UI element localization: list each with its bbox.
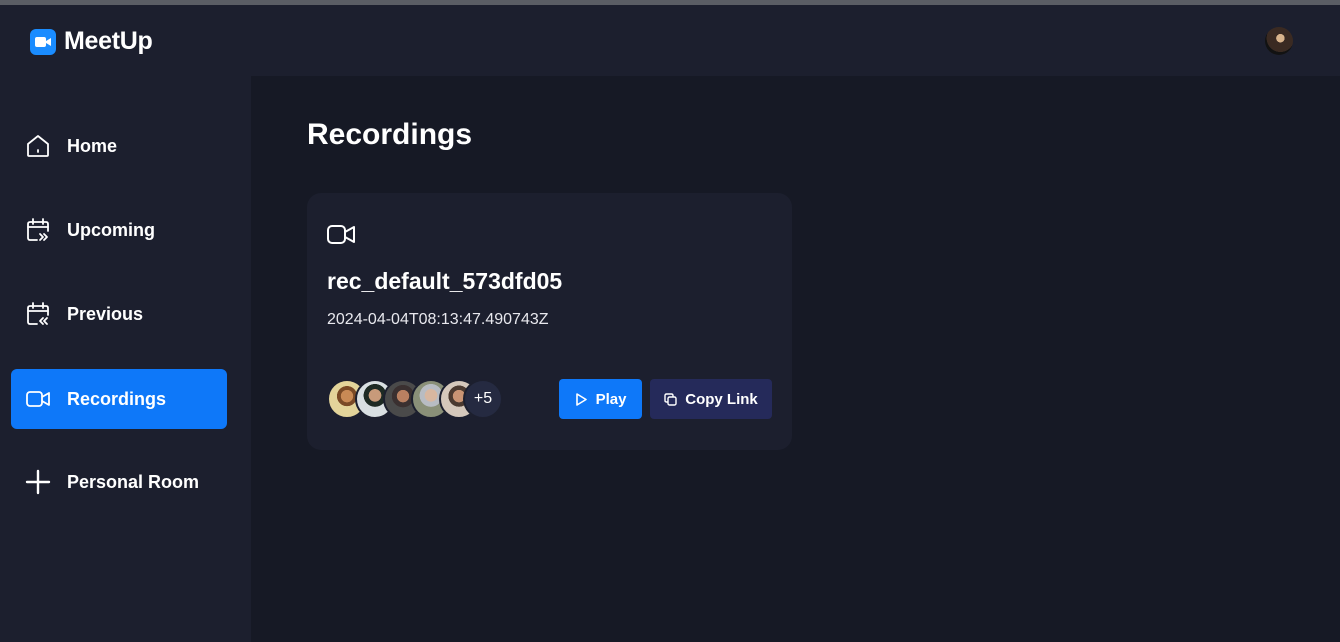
copy-link-button[interactable]: Copy Link <box>650 379 772 419</box>
plus-icon <box>25 469 51 495</box>
top-navbar: MeetUp <box>0 5 1340 76</box>
sidebar-item-label: Upcoming <box>67 219 155 240</box>
more-attendees-count: +5 <box>463 379 503 419</box>
sidebar-item-label: Home <box>67 135 118 156</box>
logo[interactable]: MeetUp <box>30 27 153 56</box>
copy-icon <box>664 392 677 406</box>
sidebar-item-label: Personal Room <box>67 471 200 492</box>
sidebar: Home Upcoming Previous Recordings Person… <box>0 76 251 642</box>
sidebar-item-label: Recordings <box>67 388 167 409</box>
main-content: Recordings rec_default_573dfd05 2024-04-… <box>251 76 1340 642</box>
video-camera-logo-icon <box>30 28 56 55</box>
user-avatar[interactable] <box>1265 27 1293 55</box>
recording-title: rec_default_573dfd05 <box>327 268 563 294</box>
sidebar-item-personal-room[interactable]: Personal Room <box>11 452 227 512</box>
recording-card: rec_default_573dfd05 2024-04-04T08:13:47… <box>307 193 792 450</box>
attendee-avatars: +5 <box>327 379 507 419</box>
copy-link-label: Copy Link <box>685 390 758 408</box>
home-icon <box>25 133 51 159</box>
sidebar-item-previous[interactable]: Previous <box>11 284 227 344</box>
sidebar-item-upcoming[interactable]: Upcoming <box>11 200 227 260</box>
calendar-upcoming-icon <box>25 217 51 243</box>
play-button-label: Play <box>595 390 627 408</box>
page-title: Recordings <box>307 118 473 151</box>
play-icon <box>575 392 587 406</box>
calendar-previous-icon <box>25 301 51 327</box>
recording-date: 2024-04-04T08:13:47.490743Z <box>327 311 549 328</box>
play-button[interactable]: Play <box>559 379 642 419</box>
sidebar-item-home[interactable]: Home <box>11 116 227 176</box>
video-icon <box>327 223 355 252</box>
sidebar-item-recordings[interactable]: Recordings <box>11 369 227 429</box>
video-icon <box>25 386 51 412</box>
sidebar-item-label: Previous <box>67 303 144 324</box>
app-name: MeetUp <box>64 27 153 55</box>
